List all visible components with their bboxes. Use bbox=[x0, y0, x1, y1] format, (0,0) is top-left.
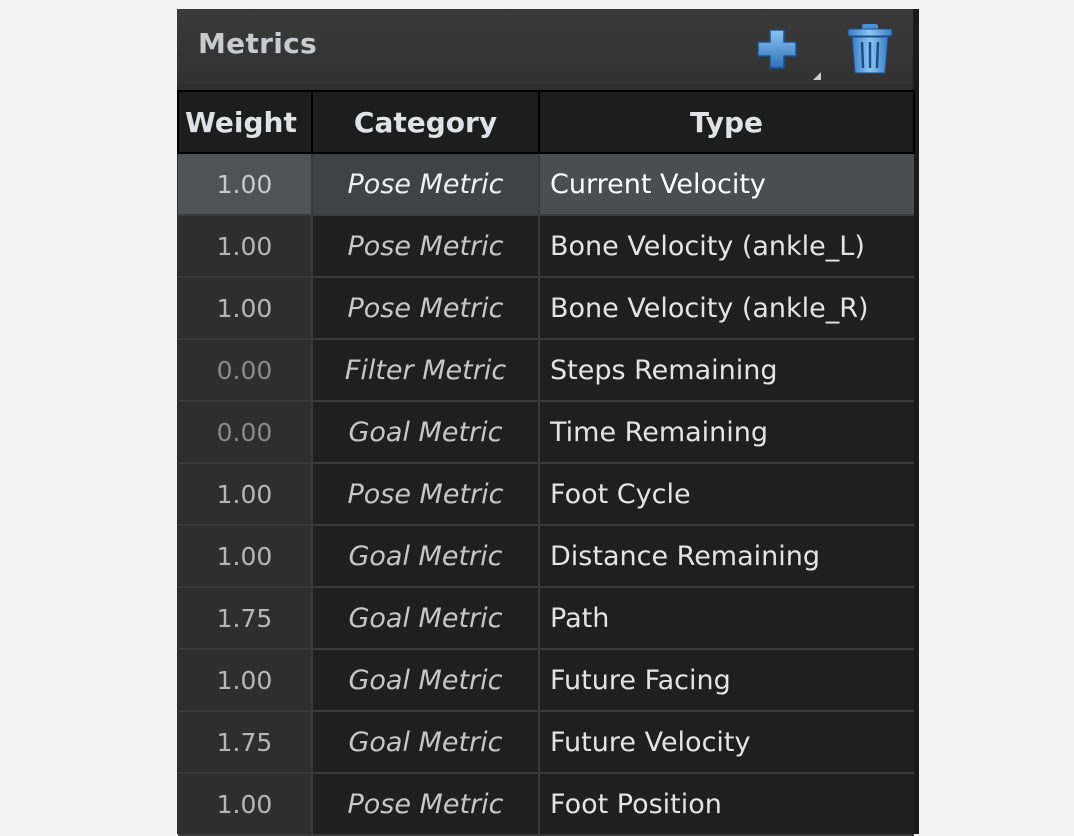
weight-cell[interactable]: 0.00 bbox=[178, 400, 312, 464]
type-cell[interactable]: Distance Remaining bbox=[538, 524, 914, 588]
category-cell[interactable]: Filter Metric bbox=[311, 338, 539, 402]
weight-cell[interactable]: 1.75 bbox=[178, 586, 312, 650]
type-cell[interactable]: Bone Velocity (ankle_R) bbox=[538, 276, 914, 340]
metrics-table: Weight Category Type 1.00 Pose Metric Curr… bbox=[177, 90, 915, 836]
category-cell[interactable]: Goal Metric bbox=[311, 524, 539, 588]
category-cell[interactable]: Goal Metric bbox=[311, 710, 539, 774]
resize-grip-icon[interactable] bbox=[813, 72, 821, 80]
column-header-weight[interactable]: Weight bbox=[177, 90, 313, 154]
weight-cell[interactable]: 1.00 bbox=[178, 524, 312, 588]
category-cell[interactable]: Goal Metric bbox=[311, 586, 539, 650]
category-cell[interactable]: Pose Metric bbox=[311, 276, 539, 340]
type-cell[interactable]: Current Velocity bbox=[538, 152, 914, 216]
table-header-row: Weight Category Type bbox=[177, 90, 915, 154]
type-cell[interactable]: Time Remaining bbox=[538, 400, 914, 464]
weight-cell[interactable]: 0.00 bbox=[178, 338, 312, 402]
type-cell[interactable]: Bone Velocity (ankle_L) bbox=[538, 214, 914, 278]
column-header-type[interactable]: Type bbox=[538, 90, 915, 154]
table-row[interactable]: 1.00 Pose Metric Foot Position bbox=[178, 772, 914, 836]
column-header-category[interactable]: Category bbox=[311, 90, 540, 154]
table-row[interactable]: 1.00 Pose Metric Bone Velocity (ankle_R) bbox=[178, 276, 914, 340]
weight-cell[interactable]: 1.00 bbox=[178, 772, 312, 836]
weight-cell[interactable]: 1.75 bbox=[178, 710, 312, 774]
weight-cell[interactable]: 1.00 bbox=[178, 462, 312, 526]
category-cell[interactable]: Pose Metric bbox=[311, 214, 539, 278]
weight-cell[interactable]: 1.00 bbox=[178, 276, 312, 340]
type-cell[interactable]: Steps Remaining bbox=[538, 338, 914, 402]
type-cell[interactable]: Future Facing bbox=[538, 648, 914, 712]
table-row[interactable]: 1.00 Goal Metric Future Facing bbox=[178, 648, 914, 712]
weight-cell[interactable]: 1.00 bbox=[178, 214, 312, 278]
type-cell[interactable]: Path bbox=[538, 586, 914, 650]
table-row[interactable]: 1.00 Pose Metric Bone Velocity (ankle_L) bbox=[178, 214, 914, 278]
table-row[interactable]: 1.00 Goal Metric Distance Remaining bbox=[178, 524, 914, 588]
table-row[interactable]: 0.00 Goal Metric Time Remaining bbox=[178, 400, 914, 464]
plus-icon[interactable] bbox=[755, 27, 799, 71]
panel-header: Metrics bbox=[177, 9, 913, 84]
table-row[interactable]: 1.75 Goal Metric Path bbox=[178, 586, 914, 650]
table-row[interactable]: 0.00 Filter Metric Steps Remaining bbox=[178, 338, 914, 402]
category-cell[interactable]: Goal Metric bbox=[311, 400, 539, 464]
category-cell[interactable]: Pose Metric bbox=[311, 772, 539, 836]
trash-icon[interactable] bbox=[845, 23, 895, 75]
weight-cell[interactable]: 1.00 bbox=[178, 648, 312, 712]
category-cell[interactable]: Pose Metric bbox=[311, 152, 539, 216]
table-row[interactable]: 1.00 Pose Metric Foot Cycle bbox=[178, 462, 914, 526]
panel-title: Metrics bbox=[198, 27, 318, 60]
metrics-panel: Metrics Weight Category Type 1.00 Pose M… bbox=[177, 9, 919, 836]
weight-cell[interactable]: 1.00 bbox=[178, 152, 312, 216]
table-row[interactable]: 1.75 Goal Metric Future Velocity bbox=[178, 710, 914, 774]
type-cell[interactable]: Future Velocity bbox=[538, 710, 914, 774]
table-row[interactable]: 1.00 Pose Metric Current Velocity bbox=[178, 152, 914, 216]
category-cell[interactable]: Pose Metric bbox=[311, 462, 539, 526]
type-cell[interactable]: Foot Position bbox=[538, 772, 914, 836]
category-cell[interactable]: Goal Metric bbox=[311, 648, 539, 712]
type-cell[interactable]: Foot Cycle bbox=[538, 462, 914, 526]
